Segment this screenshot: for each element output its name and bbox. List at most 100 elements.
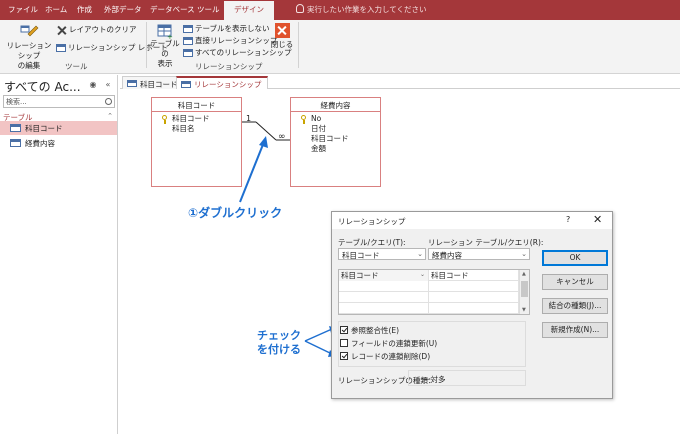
cascade-delete-checkbox[interactable]: レコードの連鎖削除(D) bbox=[340, 352, 430, 362]
table-query-select[interactable]: 科目コード ⌄ bbox=[338, 248, 426, 260]
grid-cell-right[interactable]: 科目コード bbox=[429, 270, 519, 281]
nav-item-table[interactable]: 経費内容 bbox=[0, 136, 117, 150]
close-icon bbox=[274, 23, 290, 38]
tab-create[interactable]: 作成 bbox=[77, 4, 92, 15]
doc-tab-relationships[interactable]: リレーションシップ bbox=[176, 76, 269, 89]
scroll-down-icon[interactable]: ▼ bbox=[522, 307, 526, 313]
doc-tab-label: リレーションシップ bbox=[194, 80, 262, 89]
grid-cell-left[interactable]: 科目コード bbox=[339, 270, 429, 281]
cascade-update-checkbox[interactable]: フィールドの連鎖更新(U) bbox=[340, 339, 437, 349]
related-table-select[interactable]: 経費内容 ⌄ bbox=[428, 248, 530, 260]
group-separator bbox=[298, 22, 299, 68]
join-type-button[interactable]: 結合の種類(J)... bbox=[542, 298, 608, 314]
grid-cell-right[interactable] bbox=[429, 292, 519, 303]
tell-me-box[interactable]: 実行したい作業を入力してください bbox=[296, 4, 427, 15]
annotation-arrow-double-click bbox=[239, 136, 268, 203]
grid-cell-left[interactable] bbox=[339, 292, 429, 303]
nav-search-placeholder: 検索... bbox=[6, 98, 27, 106]
grid-scrollbar[interactable]: ▲ ▼ bbox=[519, 270, 529, 314]
grid-row[interactable]: 科目コード ⌄ 科目コード bbox=[339, 270, 519, 281]
annotation-check-line-2: を付ける bbox=[257, 343, 301, 356]
clear-layout-label: レイアウトのクリア bbox=[69, 25, 137, 34]
direct-relationships-button[interactable]: 直接リレーションシップ bbox=[183, 35, 277, 46]
chevron-down-icon: ⌄ bbox=[521, 250, 527, 258]
tab-database-tools[interactable]: データベース ツール bbox=[150, 4, 220, 15]
chevron-up-icon: ⌃ bbox=[107, 112, 113, 120]
hide-table-icon bbox=[183, 25, 193, 33]
annotation-check-line-1: チェック bbox=[257, 329, 301, 342]
hide-table-label: テーブルを表示しない bbox=[195, 24, 270, 33]
show-table-icon: + bbox=[157, 24, 173, 39]
relationship-type-value: 一対多 bbox=[423, 375, 446, 384]
search-icon bbox=[105, 98, 112, 105]
ribbon-tab-bar: ファイル ホーム 作成 外部データ データベース ツール デザイン 実行したい作… bbox=[0, 0, 680, 20]
enforce-integrity-label: 参照整合性(E) bbox=[351, 326, 400, 335]
close-button[interactable]: 閉じる bbox=[270, 23, 294, 50]
nav-pane-title[interactable]: すべての Ac... bbox=[4, 78, 81, 95]
nav-item-table[interactable]: 科目コード bbox=[0, 121, 117, 135]
grid-cell-right[interactable] bbox=[429, 281, 519, 292]
navigation-pane: すべての Ac... ◉ « 検索... テーブル ⌃ 科目コード 経費内容 bbox=[0, 75, 118, 434]
grid-row[interactable] bbox=[339, 292, 519, 303]
clear-layout-button[interactable]: レイアウトのクリア bbox=[56, 24, 137, 36]
dialog-title-bar: リレーションシップ ? ✕ bbox=[332, 212, 612, 229]
annotation-double-click: ①ダブルクリック bbox=[188, 206, 283, 220]
chevron-down-icon[interactable]: ⌄ bbox=[420, 271, 425, 278]
ok-button[interactable]: OK bbox=[542, 250, 608, 266]
tab-home[interactable]: ホーム bbox=[45, 4, 67, 15]
annotation-check: チェック を付ける bbox=[257, 329, 301, 357]
nav-search-input[interactable]: 検索... bbox=[3, 95, 115, 108]
clear-x-icon bbox=[56, 25, 67, 36]
table-icon bbox=[10, 124, 21, 132]
table-icon bbox=[127, 80, 137, 87]
show-table-button[interactable]: + テーブルの 表示 bbox=[148, 23, 182, 69]
checkbox-unchecked[interactable] bbox=[340, 339, 348, 347]
field-mapping-grid[interactable]: 科目コード ⌄ 科目コード ▲ ▼ bbox=[338, 269, 530, 315]
checkbox-checked[interactable] bbox=[340, 326, 348, 334]
close-label: 閉じる bbox=[270, 40, 294, 49]
grid-cell-left[interactable] bbox=[339, 303, 429, 314]
checkbox-checked[interactable] bbox=[340, 352, 348, 360]
related-table-label: リレーション テーブル/クエリ(R): bbox=[428, 238, 544, 247]
tell-me-text: 実行したい作業を入力してください bbox=[307, 5, 427, 14]
nav-dropdown-icon[interactable]: ◉ bbox=[88, 80, 98, 90]
table-icon bbox=[10, 139, 21, 147]
scroll-thumb[interactable] bbox=[521, 281, 528, 297]
grid-cell-right[interactable] bbox=[429, 303, 519, 314]
show-table-label-1: テーブルの bbox=[150, 39, 180, 58]
relationship-type-value-box: 一対多 bbox=[408, 370, 526, 386]
group-label-tools: ツール bbox=[65, 62, 88, 71]
table-query-value: 科目コード bbox=[342, 251, 380, 260]
edit-relationships-button[interactable]: リレーションシップ の編集 bbox=[3, 23, 55, 71]
svg-text:1: 1 bbox=[246, 114, 251, 123]
grid-row[interactable] bbox=[339, 281, 519, 292]
enforce-integrity-checkbox[interactable]: 参照整合性(E) bbox=[340, 326, 399, 336]
ribbon: リレーションシップ の編集 レイアウトのクリア リレーションシップ レポート ツ… bbox=[0, 20, 680, 74]
edit-relationships-icon bbox=[20, 25, 39, 37]
hide-table-button[interactable]: テーブルを表示しない bbox=[183, 23, 270, 34]
nav-collapse-icon[interactable]: « bbox=[103, 80, 113, 90]
related-table-value: 経費内容 bbox=[432, 251, 462, 260]
tab-external-data[interactable]: 外部データ bbox=[104, 4, 142, 15]
tab-file[interactable]: ファイル bbox=[8, 4, 38, 15]
grid-cell-left[interactable] bbox=[339, 281, 429, 292]
help-icon[interactable]: ? bbox=[566, 215, 570, 224]
edit-relationships-dialog: リレーションシップ ? ✕ テーブル/クエリ(T): リレーション テーブル/ク… bbox=[331, 211, 613, 399]
scroll-up-icon[interactable]: ▲ bbox=[522, 271, 526, 277]
edit-relationships-label-1: リレーションシップ bbox=[6, 41, 52, 60]
relationships-icon bbox=[181, 81, 191, 88]
grid-row[interactable] bbox=[339, 303, 519, 314]
direct-relationships-label: 直接リレーションシップ bbox=[195, 36, 278, 45]
group-separator bbox=[146, 22, 147, 68]
cancel-button[interactable]: キャンセル bbox=[542, 274, 608, 290]
tab-design[interactable]: デザイン bbox=[224, 1, 274, 20]
report-icon bbox=[56, 44, 66, 52]
doc-tab-label: 科目コード bbox=[140, 80, 178, 89]
create-new-button[interactable]: 新規作成(N)... bbox=[542, 322, 608, 338]
all-relationships-icon bbox=[183, 49, 193, 57]
show-table-label-2: 表示 bbox=[157, 59, 173, 68]
cascade-update-label: フィールドの連鎖更新(U) bbox=[351, 339, 438, 348]
cascade-delete-label: レコードの連鎖削除(D) bbox=[351, 352, 431, 361]
close-icon[interactable]: ✕ bbox=[593, 213, 602, 226]
nav-item-label: 経費内容 bbox=[25, 139, 55, 148]
